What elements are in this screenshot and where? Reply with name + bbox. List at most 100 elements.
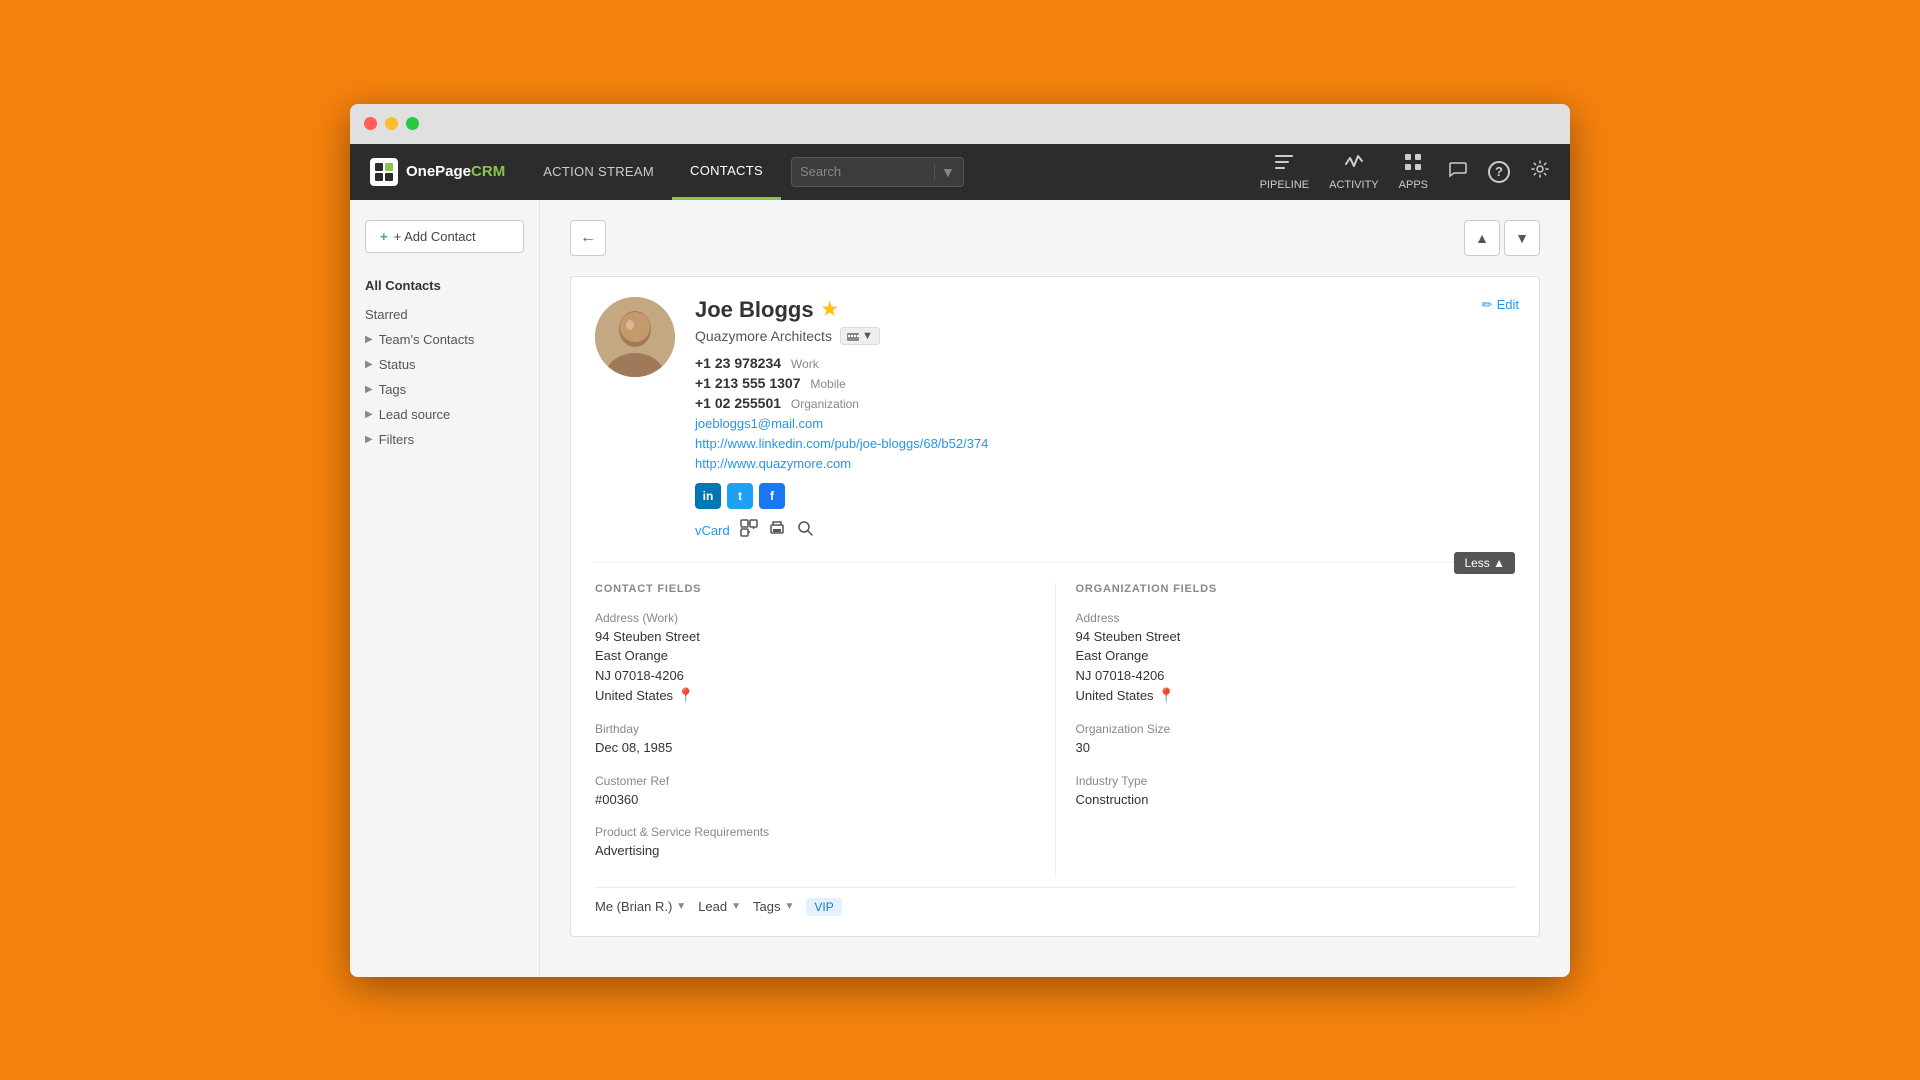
- contact-email-row: joebloggs1@mail.com: [695, 415, 1515, 431]
- contact-card: ✏ Edit: [570, 276, 1540, 937]
- org-address-field: Address 94 Steuben Street East Orange NJ…: [1076, 611, 1516, 707]
- map-pin-icon[interactable]: 📍: [677, 685, 694, 706]
- add-contact-label: + Add Contact: [394, 229, 476, 244]
- add-contact-plus: +: [380, 229, 388, 244]
- search-input[interactable]: [800, 164, 930, 179]
- sidebar-item-filters[interactable]: ▶ Filters: [365, 427, 524, 452]
- linkedin-button[interactable]: in: [695, 483, 721, 509]
- nav-contacts[interactable]: CONTACTS: [672, 144, 781, 200]
- org-size-value: 30: [1076, 738, 1516, 758]
- sidebar-teams-contacts-label: Team's Contacts: [379, 332, 475, 347]
- nav-links: ACTION STREAM CONTACTS: [525, 144, 781, 200]
- owner-label: Me (Brian R.): [595, 899, 672, 914]
- org-fields-col: ORGANIZATION FIELDS Address 94 Steuben S…: [1055, 583, 1516, 877]
- contact-linkedin-row: http://www.linkedin.com/pub/joe-bloggs/6…: [695, 435, 1515, 451]
- industry-field: Industry Type Construction: [1076, 774, 1516, 810]
- messages-nav-item[interactable]: [1448, 159, 1468, 184]
- contact-phone-org: +1 02 255501 Organization: [695, 395, 1515, 411]
- next-contact-button[interactable]: ▼: [1504, 220, 1540, 256]
- owner-dropdown[interactable]: Me (Brian R.) ▼: [595, 899, 686, 914]
- tags-dropdown-arrow: ▼: [785, 901, 795, 912]
- contact-phone-work: +1 23 978234 Work: [695, 355, 1515, 371]
- navbar-right: PIPELINE ACTIVITY: [1260, 152, 1550, 191]
- pipeline-icon: [1274, 152, 1294, 177]
- vip-tag[interactable]: VIP: [806, 898, 841, 916]
- edit-label: Edit: [1497, 297, 1519, 312]
- less-label: Less ▲: [1464, 556, 1505, 570]
- address-line1: 94 Steuben Street: [595, 627, 1035, 647]
- industry-value: Construction: [1076, 790, 1516, 810]
- contact-birthday-field: Birthday Dec 08, 1985: [595, 722, 1035, 758]
- tags-arrow: ▶: [365, 384, 373, 395]
- panel-toolbar: ← ▲ ▼: [570, 220, 1540, 256]
- nav-arrows: ▲ ▼: [1464, 220, 1540, 256]
- main-content: + + Add Contact All Contacts Starred ▶ T…: [350, 200, 1570, 977]
- product-label: Product & Service Requirements: [595, 825, 1035, 839]
- org-address-line2: East Orange: [1076, 646, 1516, 666]
- teams-contacts-arrow: ▶: [365, 334, 373, 345]
- contact-website[interactable]: http://www.quazymore.com: [695, 456, 851, 471]
- pipeline-nav-item[interactable]: PIPELINE: [1260, 152, 1310, 191]
- tags-dropdown[interactable]: Tags ▼: [753, 899, 794, 914]
- contact-phone-mobile: +1 213 555 1307 Mobile: [695, 375, 1515, 391]
- titlebar: [350, 104, 1570, 144]
- search-dropdown[interactable]: ▼: [934, 164, 955, 180]
- nav-action-stream[interactable]: ACTION STREAM: [525, 144, 672, 200]
- contact-website-row: http://www.quazymore.com: [695, 455, 1515, 471]
- contact-linkedin[interactable]: http://www.linkedin.com/pub/joe-bloggs/6…: [695, 436, 988, 451]
- contact-social: in t f: [695, 483, 1515, 509]
- help-nav-item[interactable]: ?: [1488, 161, 1510, 183]
- sidebar-all-contacts[interactable]: All Contacts: [365, 273, 524, 298]
- sidebar-item-starred[interactable]: Starred: [365, 302, 524, 327]
- pipeline-label: PIPELINE: [1260, 179, 1310, 191]
- tags-label: Tags: [753, 899, 780, 914]
- sidebar-filters-label: Filters: [379, 432, 414, 447]
- contact-email[interactable]: joebloggs1@mail.com: [695, 416, 823, 431]
- customer-ref-label: Customer Ref: [595, 774, 1035, 788]
- industry-label: Industry Type: [1076, 774, 1516, 788]
- product-value: Advertising: [595, 841, 1035, 861]
- sidebar-item-teams-contacts[interactable]: ▶ Team's Contacts: [365, 327, 524, 352]
- owner-dropdown-arrow: ▼: [676, 901, 686, 912]
- contact-panel: ← ▲ ▼ ✏ Edit: [540, 200, 1570, 977]
- org-size-field: Organization Size 30: [1076, 722, 1516, 758]
- minimize-button[interactable]: [385, 117, 398, 130]
- star-icon[interactable]: ★: [822, 299, 838, 320]
- prev-contact-button[interactable]: ▲: [1464, 220, 1500, 256]
- org-map-pin-icon[interactable]: 📍: [1158, 685, 1175, 706]
- twitter-button[interactable]: t: [727, 483, 753, 509]
- org-address-line1: 94 Steuben Street: [1076, 627, 1516, 647]
- sidebar-item-lead-source[interactable]: ▶ Lead source: [365, 402, 524, 427]
- brand-name: OnePageCRM: [406, 163, 505, 180]
- add-contact-button[interactable]: + + Add Contact: [365, 220, 524, 253]
- close-button[interactable]: [364, 117, 377, 130]
- less-button[interactable]: Less ▲: [1454, 552, 1515, 574]
- apps-nav-item[interactable]: APPS: [1399, 152, 1428, 191]
- address-country-row: United States 📍: [595, 685, 1035, 706]
- activity-nav-item[interactable]: ACTIVITY: [1329, 152, 1379, 191]
- maximize-button[interactable]: [406, 117, 419, 130]
- search-bar: ▼: [791, 157, 964, 187]
- help-icon: ?: [1488, 161, 1510, 183]
- lead-dropdown[interactable]: Lead ▼: [698, 899, 741, 914]
- brand-logo[interactable]: OnePageCRM: [370, 158, 505, 186]
- customer-ref-value: #00360: [595, 790, 1035, 810]
- search-icon[interactable]: [796, 519, 814, 542]
- settings-nav-item[interactable]: [1530, 159, 1550, 184]
- brand-icon: [370, 158, 398, 186]
- edit-button[interactable]: ✏ Edit: [1482, 297, 1519, 313]
- sidebar-item-tags[interactable]: ▶ Tags: [365, 377, 524, 402]
- company-icon[interactable]: ▼: [840, 327, 880, 345]
- back-button[interactable]: ←: [570, 220, 606, 256]
- facebook-button[interactable]: f: [759, 483, 785, 509]
- messages-icon: [1448, 159, 1468, 184]
- settings-icon: [1530, 159, 1550, 184]
- address-line3: NJ 07018-4206: [595, 666, 1035, 686]
- vcard-link[interactable]: vCard: [695, 523, 730, 538]
- share-icon[interactable]: [740, 519, 758, 542]
- org-address-country: United States: [1076, 686, 1154, 706]
- phone-org-value: +1 02 255501: [695, 395, 781, 411]
- birthday-value: Dec 08, 1985: [595, 738, 1035, 758]
- sidebar-item-status[interactable]: ▶ Status: [365, 352, 524, 377]
- print-icon[interactable]: [768, 519, 786, 542]
